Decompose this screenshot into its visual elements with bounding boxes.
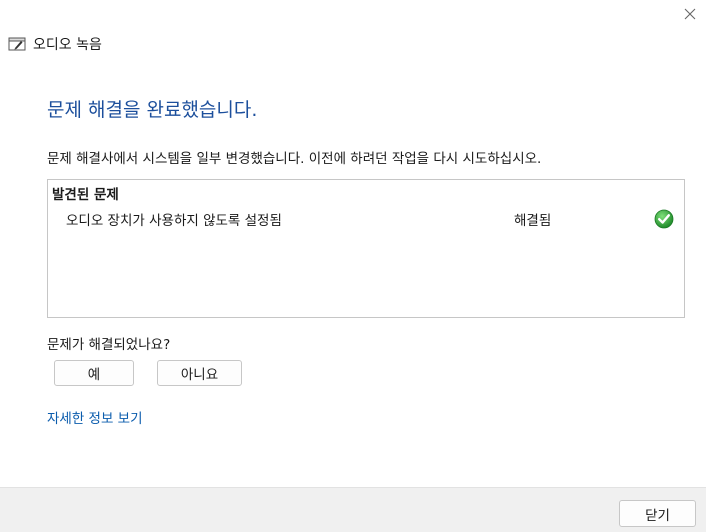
problems-found-panel: 발견된 문제 오디오 장치가 사용하지 않도록 설정됨 해결됨 — [47, 179, 685, 318]
problem-row: 오디오 장치가 사용하지 않도록 설정됨 해결됨 — [48, 208, 684, 230]
problem-status: 해결됨 — [514, 213, 552, 229]
problems-found-header: 발견된 문제 — [52, 187, 119, 203]
window-title: 오디오 녹음 — [33, 37, 102, 53]
troubleshooter-icon — [8, 37, 26, 51]
more-info-link[interactable]: 자세한 정보 보기 — [47, 407, 143, 427]
no-button[interactable]: 아니요 — [157, 360, 242, 386]
close-button[interactable]: 닫기 — [619, 500, 696, 527]
dialog-footer: 닫기 — [0, 487, 706, 532]
page-title: 문제 해결을 완료했습니다. — [47, 99, 258, 121]
problem-name: 오디오 장치가 사용하지 않도록 설정됨 — [66, 213, 282, 229]
result-description: 문제 해결사에서 시스템을 일부 변경했습니다. 이전에 하려던 작업을 다시 … — [47, 151, 542, 167]
feedback-question: 문제가 해결되었나요? — [47, 337, 171, 353]
check-circle-icon — [654, 209, 674, 229]
window-close-button[interactable] — [674, 0, 706, 28]
window-header: 오디오 녹음 — [8, 34, 102, 54]
yes-button[interactable]: 예 — [54, 360, 134, 386]
close-icon — [684, 8, 696, 20]
